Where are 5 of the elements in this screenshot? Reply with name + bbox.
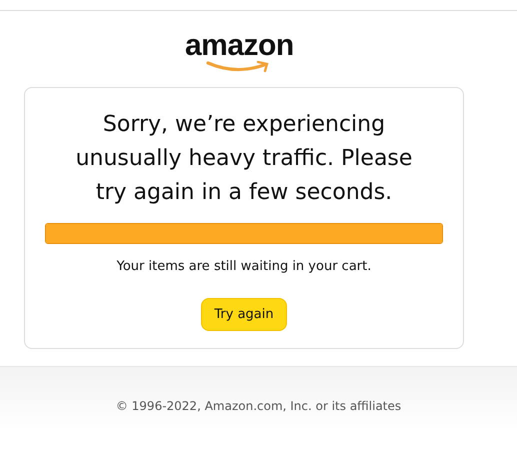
logo-text: amazon: [185, 31, 294, 61]
copyright-text: © 1996-2022, Amazon.com, Inc. or its affiliates: [116, 399, 402, 415]
error-heading: Sorry, we’re experiencing unusually heavy traffic. Please try again in a few seconds.: [74, 111, 414, 207]
try-again-button[interactable]: Try again: [201, 298, 287, 331]
cart-note: Your items are still waiting in your cart.: [116, 259, 372, 274]
